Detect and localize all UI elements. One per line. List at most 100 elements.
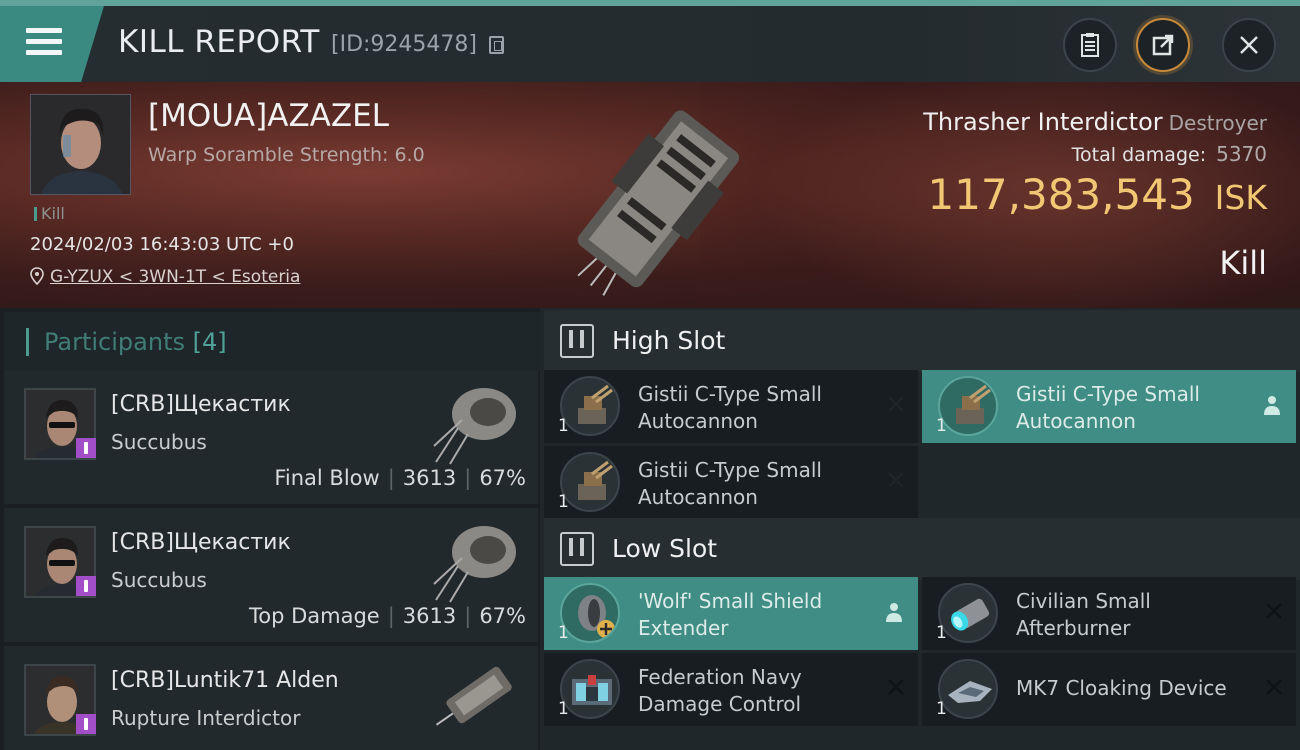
module-name-line2: Extender [638, 616, 729, 640]
victim-banner: [MOUA]AZAZEL Warp Soramble Strength: 6.0… [0, 82, 1300, 308]
damage-control-icon [560, 659, 620, 719]
clipboard-icon [1081, 33, 1099, 57]
victim-ship-name: Thrasher Interdictor Destroyer [923, 108, 1267, 136]
clipboard-button[interactable] [1063, 18, 1117, 72]
module-quantity: 1 [558, 623, 569, 643]
participant-name: [CRB]Щекастик [111, 530, 291, 555]
close-button[interactable] [1222, 18, 1276, 72]
high-slot-label: High Slot [612, 326, 726, 355]
destroyed-x-icon [888, 396, 904, 412]
module-item[interactable]: 1 MK7 Cloaking Device [922, 653, 1296, 726]
total-damage-label: Total damage: [1071, 144, 1207, 166]
stat-label: Top Damage [248, 604, 380, 628]
module-item[interactable]: 1 Gistii C-Type Small Autocannon [544, 446, 918, 519]
autocannon-icon [560, 376, 620, 436]
cloaking-device-icon [938, 659, 998, 719]
kill-tag: Kill [34, 204, 65, 223]
dropped-person-icon [886, 603, 902, 622]
participant-ship: Rupture Interdictor [111, 706, 301, 730]
participants-count: [4] [192, 328, 227, 356]
kill-datetime: 2024/02/03 16:43:03 UTC +0 [30, 234, 294, 255]
participant-row[interactable]: [CRB]Щекастик Succubus Top Damage | 3613 | 6… [4, 508, 538, 642]
fitting-panel: High Slot 1 Gistii C-Type Small Autocanno… [540, 308, 1300, 750]
module-item[interactable]: 1 'Wolf' Small Shield Extender [544, 577, 918, 650]
high-slot-icon [560, 324, 594, 358]
module-name: Gistii C-Type Small Autocannon [638, 457, 858, 511]
participant-row[interactable]: [CRB]Щекастик Succubus Final Blow | 3613 | 6… [4, 370, 538, 504]
module-name: Gistii C-Type Small Autocannon [638, 381, 858, 435]
module-name: Federation Navy Damage Control [638, 664, 858, 718]
module-item[interactable]: 1 Gistii C-Type Small Autocannon [544, 370, 918, 443]
high-slot-header: High Slot [544, 310, 1300, 372]
module-name-line1: Gistii C-Type Small [1016, 382, 1200, 406]
damage-percent: 67% [479, 604, 526, 628]
module-name-line2: Damage Control [638, 692, 802, 716]
module-quantity: 1 [936, 416, 947, 436]
participant-name: [CRB]Щекастик [111, 392, 291, 417]
participants-header: Participants [4] [4, 312, 540, 370]
close-icon [1240, 36, 1258, 54]
module-name-line1: Gistii C-Type Small [638, 458, 822, 482]
participant-ship: Succubus [111, 568, 207, 592]
module-quantity: 1 [558, 699, 569, 719]
isk-value: 117,383,543 ISK [927, 170, 1267, 219]
module-name-line1: Civilian Small [1016, 589, 1151, 613]
destroyed-x-icon [1266, 603, 1282, 619]
module-name: Civilian Small Afterburner [1016, 588, 1236, 642]
module-quantity: 1 [936, 699, 947, 719]
stat-label: Final Blow [274, 466, 380, 490]
destroyed-x-icon [888, 679, 904, 695]
copy-icon[interactable] [489, 36, 504, 54]
module-quantity: 1 [936, 623, 947, 643]
total-damage: Total damage: 5370 [1072, 142, 1267, 166]
pilot-badge [76, 438, 96, 458]
module-item[interactable]: 1 Federation Navy Damage Control [544, 653, 918, 726]
rupture-ship-icon [435, 666, 512, 726]
isk-amount: 117,383,543 [927, 170, 1195, 219]
menu-button[interactable] [0, 6, 104, 82]
share-button[interactable] [1136, 18, 1190, 72]
module-name-line1: Gistii C-Type Small [638, 382, 822, 406]
module-quantity: 1 [558, 416, 569, 436]
participants-accent-bar [26, 328, 29, 356]
hamburger-icon [26, 28, 62, 58]
autocannon-icon [560, 452, 620, 512]
destroyed-x-icon [1266, 679, 1282, 695]
low-slot-header: Low Slot [544, 518, 1300, 580]
report-id: [ID:9245478] [331, 32, 477, 57]
module-quantity: 1 [558, 492, 569, 512]
result-label: Kill [1219, 244, 1267, 282]
succubus-ship-icon [433, 526, 516, 603]
ship-name-text: Thrasher Interdictor [923, 108, 1163, 136]
module-name-line2: Afterburner [1016, 616, 1131, 640]
total-damage-value: 5370 [1216, 142, 1267, 166]
pilot-badge [76, 576, 96, 596]
kill-location[interactable]: G-YZUX < 3WN-1T < Esoteria [30, 267, 300, 287]
low-slot-icon [560, 532, 594, 566]
location-link[interactable]: G-YZUX < 3WN-1T < Esoteria [50, 267, 300, 287]
participant-row[interactable]: [CRB]Luntik71 Alden Rupture Interdictor [4, 646, 538, 750]
damage-percent: 67% [479, 466, 526, 490]
victim-name: [MOUA]AZAZEL [148, 98, 389, 134]
page-title: KILL REPORT [118, 24, 320, 60]
warp-scramble-strength: Warp Soramble Strength: 6.0 [148, 144, 425, 166]
participant-stats: Final Blow | 3613 | 67% [274, 466, 526, 490]
module-name: MK7 Cloaking Device [1016, 676, 1227, 700]
damage-value: 3613 [402, 604, 457, 628]
module-name-line2: Autocannon [638, 485, 758, 509]
module-item[interactable]: 1 Civilian Small Afterburner [922, 577, 1296, 650]
header-bar: KILL REPORT [ID:9245478] [0, 6, 1300, 82]
participants-title: Participants [4] [44, 328, 227, 356]
victim-ship-image [577, 110, 740, 296]
participants-title-text: Participants [44, 328, 185, 356]
module-name-line2: Autocannon [638, 409, 758, 433]
participant-name: [CRB]Luntik71 Alden [111, 668, 339, 693]
victim-portrait[interactable] [30, 94, 131, 195]
participants-panel: Participants [4] [CRB]Щекастик Succubus … [0, 308, 540, 750]
share-icon [1152, 34, 1174, 56]
module-name-line1: Federation Navy [638, 665, 802, 689]
low-slot-label: Low Slot [612, 534, 718, 563]
damage-value: 3613 [402, 466, 457, 490]
afterburner-icon [938, 583, 998, 643]
module-item[interactable]: 1 Gistii C-Type Small Autocannon [922, 370, 1296, 443]
